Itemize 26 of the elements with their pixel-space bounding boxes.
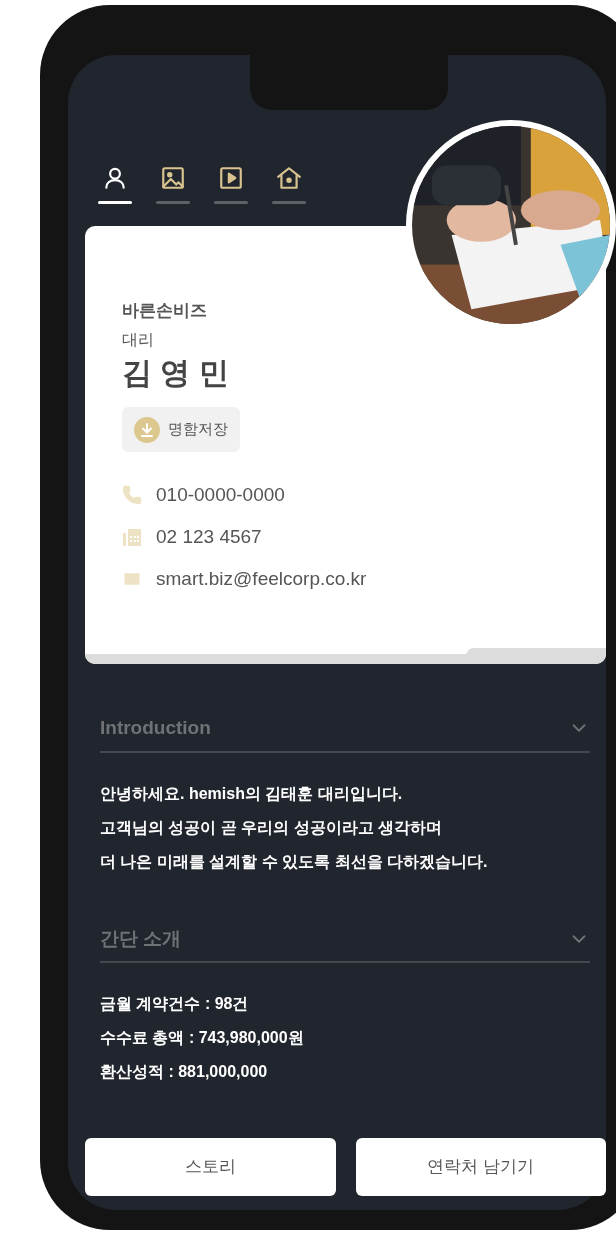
person-icon: [102, 165, 128, 191]
save-card-button[interactable]: 명함저장: [122, 407, 240, 452]
download-icon: [134, 416, 160, 443]
section-text: 금월 계약건수 : 98건: [100, 994, 250, 1014]
tab[interactable]: [272, 165, 306, 204]
company-name: 바른손비즈: [122, 300, 208, 322]
section-text: 안녕하세요. hemish의 김태훈 대리입니다.: [100, 783, 404, 804]
tab[interactable]: [156, 165, 190, 204]
tab[interactable]: [214, 165, 248, 204]
job-title: 대리: [122, 329, 155, 350]
section-text: 환산성적 : 881,000,000: [100, 1062, 269, 1082]
image-icon: [160, 165, 186, 191]
section-text: 수수료 총액 : 743,980,000원: [100, 1028, 305, 1048]
person-name: 김 영 민: [122, 354, 230, 391]
section-text: 더 나은 미래를 설계할 수 있도록 최선을 다하겠습니다.: [100, 851, 489, 872]
phone-icon: [122, 485, 142, 505]
home-icon: [276, 165, 302, 191]
fax-icon: [122, 527, 142, 547]
contact-text: 02 123 4567: [156, 526, 262, 548]
contact-text: smart.biz@feelcorp.co.kr: [156, 568, 367, 590]
action-button[interactable]: 연락처 남기기: [355, 1138, 606, 1196]
action-button[interactable]: 스토리: [85, 1138, 336, 1196]
play-icon: [218, 165, 244, 191]
section-text: 고객님의 성공이 곧 우리의 성공이라고 생각하며: [100, 817, 444, 838]
tab[interactable]: [98, 165, 132, 204]
contact-text: 010-0000-0000: [156, 484, 285, 506]
